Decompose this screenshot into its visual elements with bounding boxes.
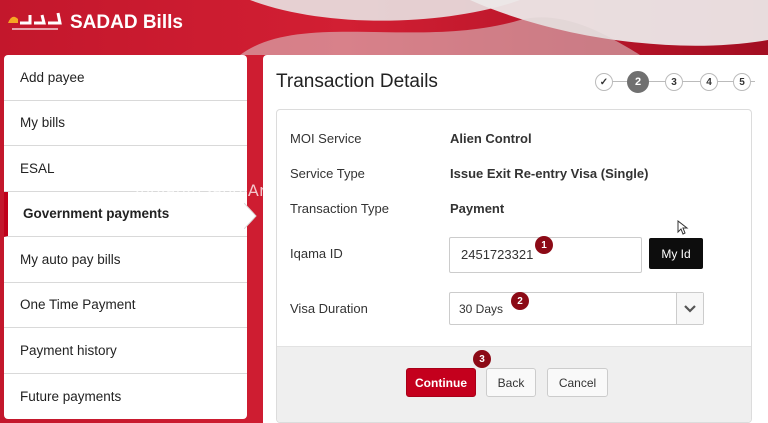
sidebar-item-payment-history[interactable]: Payment history [4,328,247,374]
cancel-button[interactable]: Cancel [547,368,608,397]
visa-duration-select[interactable]: 30 Days [449,292,704,325]
sidebar-menu: Add payee My bills ESAL Government payme… [4,55,247,419]
service-type-label: Service Type [290,166,365,181]
annotation-badge-1: 1 [535,236,553,254]
service-type-value: Issue Exit Re-entry Visa (Single) [450,166,649,181]
active-item-pointer-icon [244,203,257,229]
sadad-logo [8,12,62,30]
sidebar-item-one-time-payment[interactable]: One Time Payment [4,283,247,328]
back-button[interactable]: Back [486,368,536,397]
transaction-type-label: Transaction Type [290,201,389,216]
moi-service-label: MOI Service [290,131,362,146]
transaction-details-panel: Transaction Details ✓ 2 3 4 5 MOI Servic… [263,55,768,423]
transaction-type-value: Payment [450,201,505,216]
sidebar-item-government-payments[interactable]: Government payments [4,191,247,237]
annotation-badge-2: 2 [511,292,529,310]
sidebar-item-esal[interactable]: ESAL [4,146,247,192]
step-2-current: 2 [627,71,649,93]
visa-duration-value: 30 Days [459,302,504,316]
step-1-complete: ✓ [595,73,613,91]
step-4: 4 [700,73,718,91]
step-5: 5 [733,73,751,91]
chevron-down-icon[interactable] [676,293,703,324]
sidebar-item-add-payee[interactable]: Add payee [4,55,247,101]
sidebar-item-my-bills[interactable]: My bills [4,101,247,146]
form-actions: 3 Continue Back Cancel [277,346,751,422]
step-3: 3 [665,73,683,91]
step-indicator: ✓ 2 3 4 5 [595,71,765,93]
my-id-button[interactable]: My Id [649,238,703,269]
transaction-form-card: MOI Service Alien Control Service Type I… [276,109,752,423]
mouse-cursor-icon [677,220,689,235]
continue-button[interactable]: Continue [406,368,476,397]
app-title: SADAD Bills [70,12,183,33]
sidebar-item-my-auto-pay-bills[interactable]: My auto pay bills [4,237,247,283]
sidebar-item-future-payments[interactable]: Future payments [4,374,247,420]
moi-service-value: Alien Control [450,131,532,146]
annotation-badge-3: 3 [473,350,491,368]
visa-duration-label: Visa Duration [290,301,368,316]
page-title: Transaction Details [276,71,438,92]
iqama-id-label: Iqama ID [290,246,343,261]
app-header: SADAD Bills [0,0,768,48]
